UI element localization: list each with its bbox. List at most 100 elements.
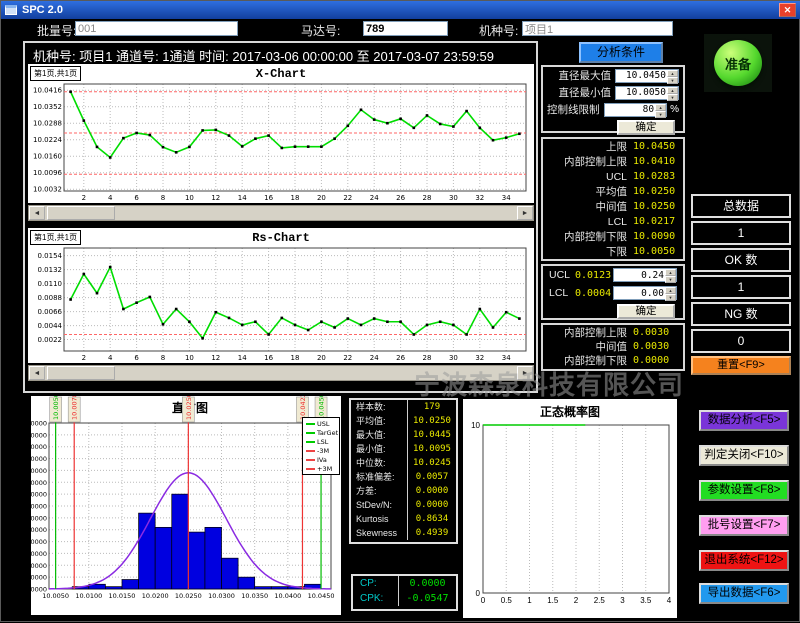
rs-chart-panel: 第1页,共1页 Rs-Chart 0.01540.01320.01100.008… <box>28 228 534 363</box>
scrollbar-thumb[interactable] <box>47 366 115 380</box>
histogram-plot: 0.00005.000010.000015.000020.000025.0000… <box>31 396 341 615</box>
lcl-input[interactable] <box>614 287 665 299</box>
scroll-right-icon[interactable]: ► <box>517 206 533 220</box>
close-icon[interactable]: ✕ <box>779 3 796 17</box>
scrollbar-track[interactable] <box>45 206 517 220</box>
stats-row: 中位数:10.0245 <box>351 456 456 470</box>
counter-value: 1 <box>691 275 791 299</box>
legend-entry: IVa <box>306 455 339 464</box>
x-chart-panel: 第1页,共1页 X-Chart 10.041610.035210.028810.… <box>28 64 534 203</box>
scroll-right-icon[interactable]: ► <box>517 366 533 380</box>
spin-up-icon[interactable]: ▲ <box>655 104 666 111</box>
limit-value: 10.0283 <box>633 171 677 182</box>
spin-down-icon[interactable]: ▼ <box>655 111 666 118</box>
spin-down-icon[interactable]: ▼ <box>665 294 676 301</box>
rs-limit-label: 中间值 <box>549 339 633 354</box>
analysis-condition-button[interactable]: 分析条件 <box>579 42 663 63</box>
stats-row: 最大值:10.0445 <box>351 428 456 442</box>
spin-down-icon[interactable]: ▼ <box>665 276 676 283</box>
rs-chart-scrollbar[interactable]: ◄ ► <box>28 365 534 381</box>
diameter-confirm-button[interactable]: 确定 <box>617 120 675 135</box>
limit-label: 下限 <box>549 244 633 259</box>
limit-label: 上限 <box>549 139 633 154</box>
stats-label: 平均值: <box>351 414 408 428</box>
rs-ucl-lcl-panel: UCL 0.0123 ▲▼ LCL 0.0004 ▲▼ 确定 <box>541 264 685 320</box>
ucl-stepper[interactable]: ▲▼ <box>613 268 677 282</box>
svg-text:12: 12 <box>211 354 220 362</box>
rs-confirm-button[interactable]: 确定 <box>617 304 675 319</box>
limit-label: UCL <box>549 171 633 183</box>
svg-text:10.0050: 10.0050 <box>52 396 60 420</box>
diameter-max-input[interactable] <box>616 70 667 82</box>
limit-row: LCL10.0217 <box>543 214 683 229</box>
diameter-min-input[interactable] <box>616 87 667 99</box>
lcl-label: LCL <box>549 287 575 299</box>
svg-text:12: 12 <box>211 194 220 202</box>
svg-text:10.0160: 10.0160 <box>33 153 62 161</box>
spin-down-icon[interactable]: ▼ <box>667 94 678 101</box>
reset-button[interactable]: 重置<F9> <box>691 356 791 375</box>
spin-up-icon[interactable]: ▲ <box>667 70 678 77</box>
svg-text:34: 34 <box>502 194 511 202</box>
limit-row: 内部控制下限10.0090 <box>543 229 683 244</box>
svg-text:10: 10 <box>185 194 194 202</box>
limit-row: 下限10.0050 <box>543 244 683 259</box>
action-button-4[interactable]: 批号设置<F7> <box>699 515 789 536</box>
batch-input[interactable] <box>75 21 238 36</box>
legend-dash-icon <box>306 441 315 443</box>
ucl-input[interactable] <box>614 269 665 281</box>
stats-label: 最小值: <box>351 442 408 456</box>
scrollbar-thumb[interactable] <box>47 206 115 220</box>
spin-down-icon[interactable]: ▼ <box>667 77 678 84</box>
legend-dash-icon <box>306 432 315 434</box>
scroll-left-icon[interactable]: ◄ <box>29 366 45 380</box>
svg-text:65.0000: 65.0000 <box>31 431 47 439</box>
spin-up-icon[interactable]: ▲ <box>665 287 676 294</box>
stats-row: Kurtosis0.8634 <box>351 512 456 526</box>
cp-value: 0.0000 <box>399 578 456 589</box>
stats-label: 最大值: <box>351 428 408 442</box>
rs-limit-row: 内部控制上限0.0030 <box>543 325 683 339</box>
scrollbar-track[interactable] <box>45 366 517 380</box>
svg-text:1.5: 1.5 <box>547 596 559 605</box>
action-button-2[interactable]: 判定关闭<F10> <box>699 445 789 466</box>
rs-limit-value: 0.0030 <box>633 341 677 352</box>
counter-label: 总数据 <box>691 194 791 218</box>
action-button-3[interactable]: 参数设置<F8> <box>699 480 789 501</box>
svg-text:50.0000: 50.0000 <box>31 467 47 475</box>
spc-window: { "window": { "title": "SPC 2.0", "close… <box>0 0 800 622</box>
scroll-left-icon[interactable]: ◄ <box>29 206 45 220</box>
svg-text:8: 8 <box>161 194 165 202</box>
legend-dash-icon <box>306 459 315 461</box>
limit-value: 10.0250 <box>633 186 677 197</box>
legend-dash-icon <box>306 450 315 452</box>
x-chart-plot: 10.041610.035210.028810.022410.016010.00… <box>28 64 534 203</box>
svg-text:5.0000: 5.0000 <box>31 574 47 582</box>
stats-row: Skewness0.4939 <box>351 526 456 540</box>
model-label: 机种号: <box>479 22 518 39</box>
action-button-5[interactable]: 退出系统<F12> <box>699 550 789 571</box>
svg-text:10.0288: 10.0288 <box>33 120 62 128</box>
action-button-1[interactable]: 数据分析<F5> <box>699 410 789 431</box>
control-limit-stepper[interactable]: ▲▼ <box>604 103 668 117</box>
spin-up-icon[interactable]: ▲ <box>667 87 678 94</box>
channel-time-info: 机种号: 项目1 通道号: 1通道 时间: 2017-03-06 00:00:0… <box>33 46 494 65</box>
histogram-legend: USLTarGetLSL-3MIVa+3M <box>302 417 340 475</box>
action-button-6[interactable]: 导出数据<F6> <box>699 583 789 604</box>
svg-text:22: 22 <box>343 194 352 202</box>
svg-text:10.0350: 10.0350 <box>241 592 268 600</box>
limit-label: 内部控制上限 <box>549 154 633 169</box>
spin-up-icon[interactable]: ▲ <box>665 269 676 276</box>
x-chart-scrollbar[interactable]: ◄ ► <box>28 205 534 221</box>
diameter-max-stepper[interactable]: ▲▼ <box>615 69 679 83</box>
svg-text:26: 26 <box>396 354 405 362</box>
model-input[interactable] <box>522 21 673 36</box>
control-limit-input[interactable] <box>605 104 656 116</box>
title-bar: SPC 2.0 <box>1 1 800 19</box>
svg-text:10.0050: 10.0050 <box>42 592 69 600</box>
diameter-min-stepper[interactable]: ▲▼ <box>615 86 679 100</box>
rs-limit-row: 中间值0.0030 <box>543 339 683 353</box>
normal-probability-title: 正态概率图 <box>463 403 677 420</box>
lcl-stepper[interactable]: ▲▼ <box>613 286 677 300</box>
motor-input[interactable] <box>363 21 448 36</box>
